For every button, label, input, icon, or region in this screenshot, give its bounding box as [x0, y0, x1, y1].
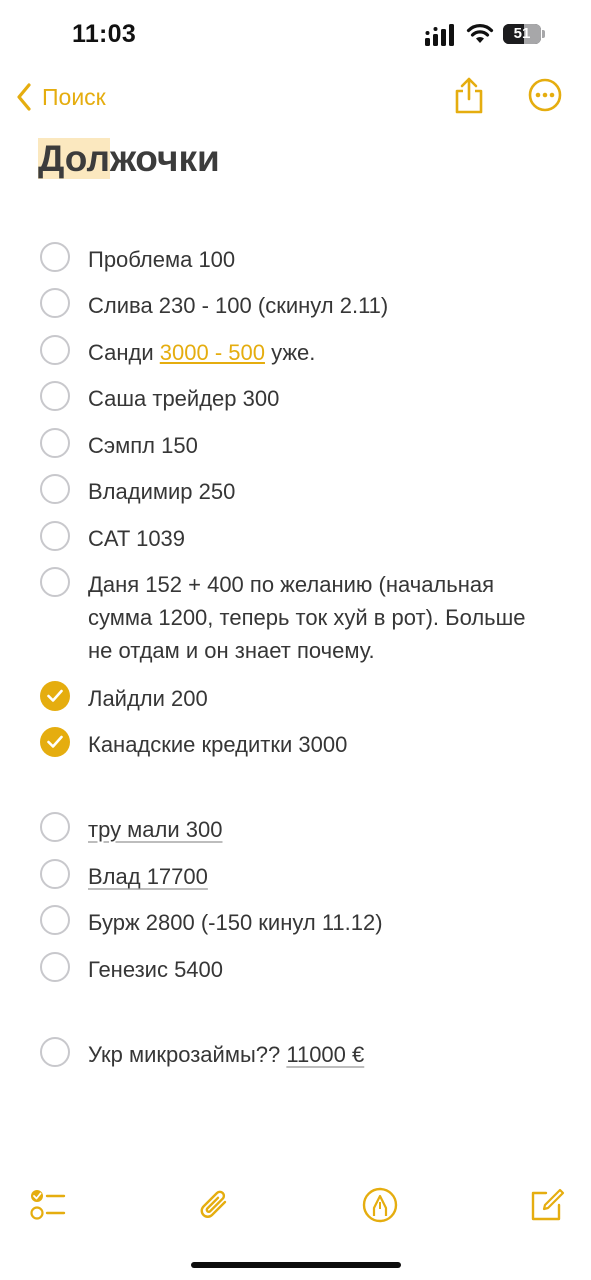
chevron-left-icon	[17, 83, 31, 111]
note-title-rest: жочки	[110, 138, 220, 179]
battery-level: 51	[513, 25, 531, 42]
checkbox[interactable]	[40, 242, 70, 272]
note-title[interactable]: Должочки	[38, 138, 220, 180]
checklist-item-text[interactable]: Сэмпл 150	[88, 429, 548, 462]
more-options-icon[interactable]	[528, 78, 562, 112]
checklist-item-text[interactable]: тру мали 300	[88, 813, 548, 846]
checkbox[interactable]	[40, 335, 70, 365]
battery-tip	[542, 30, 545, 38]
cellular-signal-icon	[425, 24, 454, 46]
checkbox[interactable]	[40, 905, 70, 935]
back-button[interactable]: Поиск	[16, 80, 106, 114]
checklist-item-text[interactable]: Генезис 5400	[88, 953, 548, 986]
markup-pen-icon[interactable]	[360, 1185, 400, 1225]
back-button-label: Поиск	[42, 83, 106, 110]
detected-amount[interactable]: 11000 €	[286, 1042, 364, 1067]
checkbox[interactable]	[40, 428, 70, 458]
battery-indicator: 51	[503, 24, 541, 44]
checklist-item-text[interactable]: Канадские кредитки 3000	[88, 728, 548, 761]
item-prefix: Укр микрозаймы??	[88, 1042, 287, 1067]
checkbox[interactable]	[40, 474, 70, 504]
detected-data-text[interactable]: тру мали 300	[88, 817, 222, 842]
checkmark-icon	[47, 689, 63, 702]
checkmark-icon	[47, 735, 63, 748]
checkbox-checked[interactable]	[40, 727, 70, 757]
item-prefix: Санди	[88, 340, 160, 365]
paperclip-icon[interactable]	[195, 1185, 235, 1225]
checklist-item-text[interactable]: CAT 1039	[88, 522, 548, 555]
checkbox[interactable]	[40, 567, 70, 597]
item-suffix: уже.	[264, 340, 316, 365]
note-title-highlight: Дол	[38, 138, 110, 179]
share-icon[interactable]	[452, 76, 486, 114]
home-indicator[interactable]	[191, 1262, 401, 1268]
wifi-icon	[466, 24, 494, 43]
checklist-item-text[interactable]: Санди 3000 - 500 уже.	[88, 336, 548, 369]
checklist-item-text[interactable]: Владимир 250	[88, 475, 548, 508]
checklist-item-text[interactable]: Бурж 2800 (-150 кинул 11.12)	[88, 906, 548, 939]
checkbox[interactable]	[40, 952, 70, 982]
checklist-item-text[interactable]: Даня 152 + 400 по желанию (начальная сум…	[88, 568, 548, 667]
status-time: 11:03	[72, 20, 137, 48]
checkbox[interactable]	[40, 812, 70, 842]
checklist-item-text[interactable]: Слива 230 - 100 (скинул 2.11)	[88, 289, 548, 322]
checkbox[interactable]	[40, 288, 70, 318]
checklist-item-text[interactable]: Влад 17700	[88, 860, 548, 893]
detected-data-text[interactable]: Влад 17700	[88, 864, 208, 889]
checkbox[interactable]	[40, 1037, 70, 1067]
checklist-item-text[interactable]: Укр микрозаймы?? 11000 €	[88, 1038, 548, 1071]
compose-icon[interactable]	[526, 1185, 566, 1225]
checkbox-checked[interactable]	[40, 681, 70, 711]
checkbox[interactable]	[40, 381, 70, 411]
checklist-item-text[interactable]: Лайдли 200	[88, 682, 548, 715]
checklist-icon[interactable]	[28, 1185, 68, 1225]
checklist-item-text[interactable]: Саша трейдер 300	[88, 382, 548, 415]
checkbox[interactable]	[40, 859, 70, 889]
checklist-item-text[interactable]: Проблема 100	[88, 243, 548, 276]
checkbox[interactable]	[40, 521, 70, 551]
detected-amount-link[interactable]: 3000 - 500	[160, 340, 265, 365]
